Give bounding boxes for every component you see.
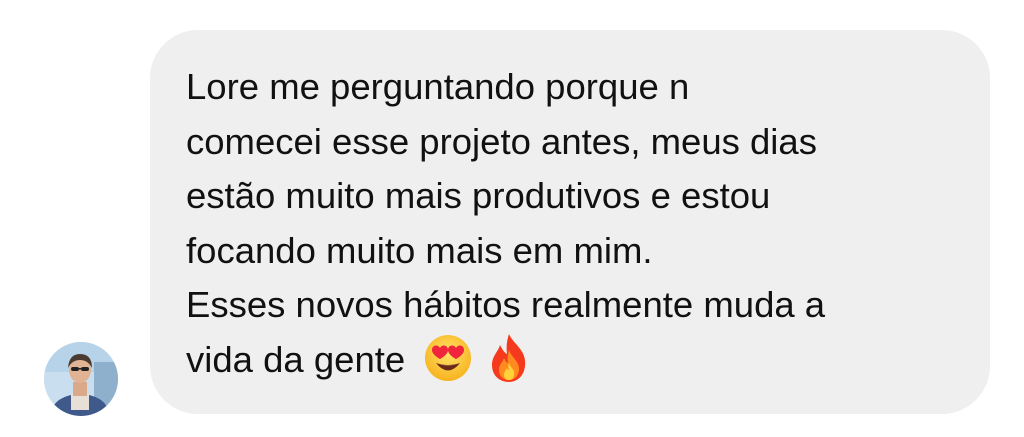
avatar[interactable] xyxy=(44,342,118,416)
message-line: comecei esse projeto antes, meus dias xyxy=(186,120,817,162)
message-last-line: vida da gente xyxy=(186,333,970,388)
dm-conversation: Lore me perguntando porque n comecei ess… xyxy=(0,0,1024,437)
heart-eyes-emoji-icon xyxy=(423,333,473,383)
message-line: Esses novos hábitos realmente muda a xyxy=(186,284,826,325)
message-line-text: vida da gente xyxy=(186,338,406,380)
message-line: focando muito mais em mim. xyxy=(186,229,653,271)
message-bubble[interactable]: Lore me perguntando porque n comecei ess… xyxy=(150,30,990,414)
profile-photo-icon xyxy=(44,342,118,416)
message-line: estão muito mais produtivos e estou xyxy=(186,175,771,216)
fire-emoji-icon xyxy=(487,332,531,384)
message-line: Lore me perguntando porque n xyxy=(186,66,690,107)
